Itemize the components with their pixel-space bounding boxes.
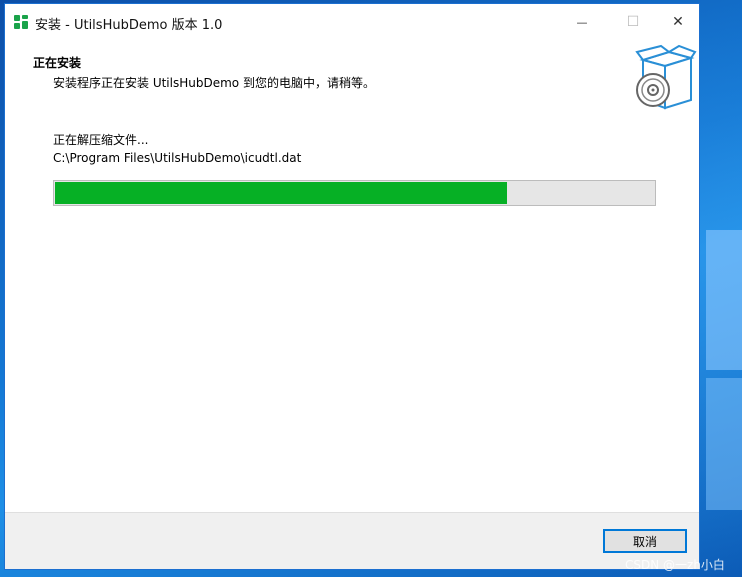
- page-subtitle: 安装程序正在安装 UtilsHubDemo 到您的电脑中，请稍等。: [53, 76, 375, 90]
- minimize-button[interactable]: —: [559, 4, 605, 40]
- maximize-button: ☐: [610, 4, 656, 40]
- close-icon: ✕: [672, 14, 684, 30]
- installer-window: 安装 - UtilsHubDemo 版本 1.0 — ☐ ✕ 正在安装 安装程序…: [4, 3, 700, 570]
- page-title: 正在安装: [33, 56, 82, 70]
- maximize-icon: ☐: [626, 14, 640, 30]
- title-bar[interactable]: 安装 - UtilsHubDemo 版本 1.0 — ☐ ✕: [5, 4, 699, 40]
- windows-logo-pane-upper: [706, 230, 742, 370]
- wizard-footer: 取消: [5, 512, 699, 569]
- app-icon: [14, 15, 28, 29]
- close-button[interactable]: ✕: [655, 4, 701, 40]
- wizard-header: 正在安装 安装程序正在安装 UtilsHubDemo 到您的电脑中，请稍等。: [5, 40, 699, 114]
- current-file-path: C:\Program Files\UtilsHubDemo\icudtl.dat: [53, 151, 302, 165]
- window-title: 安装 - UtilsHubDemo 版本 1.0: [35, 18, 223, 33]
- install-progress-bar: [53, 180, 656, 206]
- watermark: CSDN @一zh小白: [625, 558, 725, 572]
- software-box-icon: [635, 44, 697, 110]
- minimize-icon: —: [576, 15, 588, 29]
- status-label: 正在解压缩文件...: [53, 133, 149, 147]
- progress-fill: [55, 182, 507, 204]
- cancel-button[interactable]: 取消: [603, 529, 687, 553]
- windows-logo-pane-lower: [706, 378, 742, 510]
